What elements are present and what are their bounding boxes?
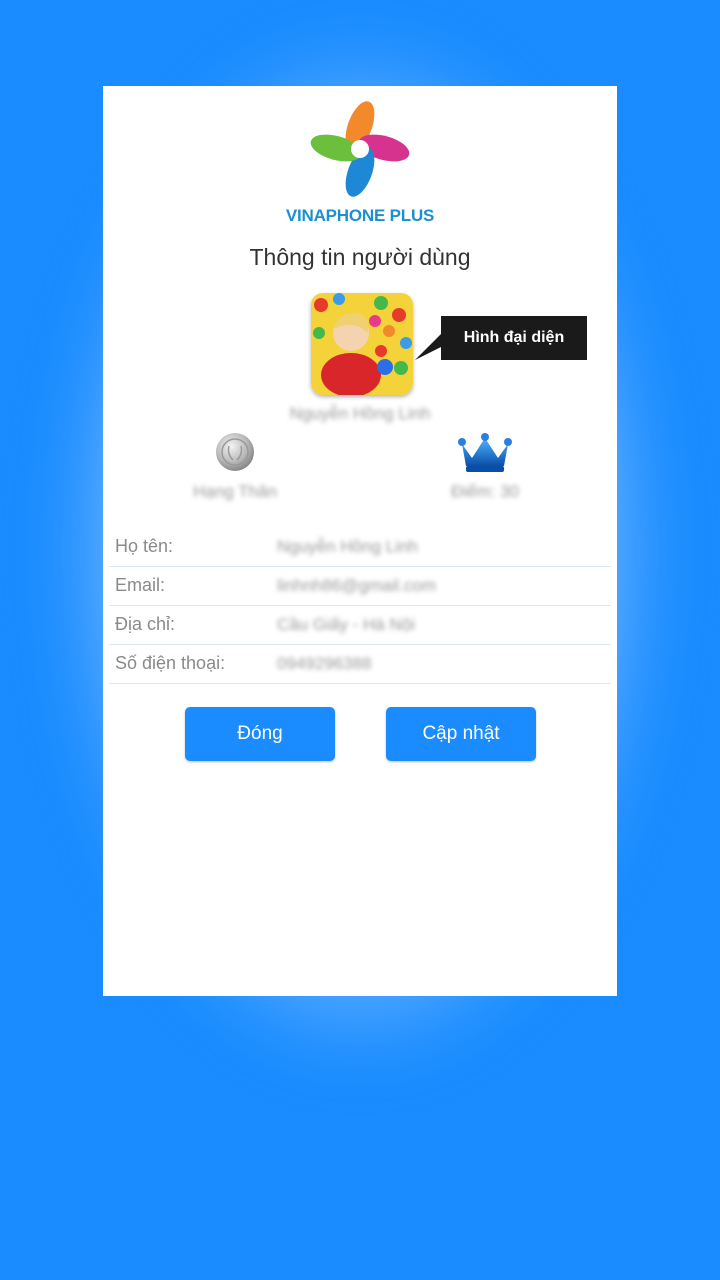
rank-label: Hạng Thân: [193, 482, 277, 501]
row-divider: [259, 606, 260, 644]
email-label: Email:: [115, 575, 166, 595]
brand-name: VINAPHONE PLUS: [285, 206, 435, 225]
row-divider: [259, 645, 260, 683]
row-divider: [259, 528, 260, 566]
avatar-image: [311, 293, 413, 395]
info-row-address: Địa chỉ: Cầu Giấy - Hà Nội: [109, 606, 611, 645]
page-title: Thông tin người dùng: [249, 244, 471, 270]
address-value: Cầu Giấy - Hà Nội: [277, 615, 415, 634]
avatar-tooltip: Hình đại diện: [441, 316, 587, 360]
info-row-name: Họ tên: Nguyễn Hồng Linh: [109, 528, 611, 567]
update-button[interactable]: Cập nhật: [386, 707, 536, 761]
user-info-dialog: VINAPHONE PLUS Thông tin người dùng Hình…: [103, 86, 617, 996]
name-value: Nguyễn Hồng Linh: [277, 537, 418, 556]
info-row-email: Email: linhnh86@gmail.com: [109, 567, 611, 606]
info-row-phone: Số điện thoại: 0949296388: [109, 645, 611, 684]
silver-medal-icon: [216, 433, 254, 471]
avatar[interactable]: [311, 293, 413, 395]
crown-icon: [458, 433, 512, 472]
points-label: Điểm: 30: [450, 482, 520, 501]
name-label: Họ tên:: [115, 536, 174, 556]
vinaphone-logo: [310, 101, 410, 197]
row-divider: [259, 567, 260, 605]
username: Nguyễn Hồng Linh: [289, 404, 431, 423]
email-value: linhnh86@gmail.com: [277, 576, 437, 595]
phone-label: Số điện thoại:: [115, 653, 226, 673]
address-label: Địa chỉ:: [115, 614, 176, 634]
close-button[interactable]: Đóng: [185, 707, 335, 761]
user-info-table: Họ tên: Nguyễn Hồng Linh Email: linhnh86…: [109, 528, 611, 684]
phone-value: 0949296388: [277, 654, 372, 673]
